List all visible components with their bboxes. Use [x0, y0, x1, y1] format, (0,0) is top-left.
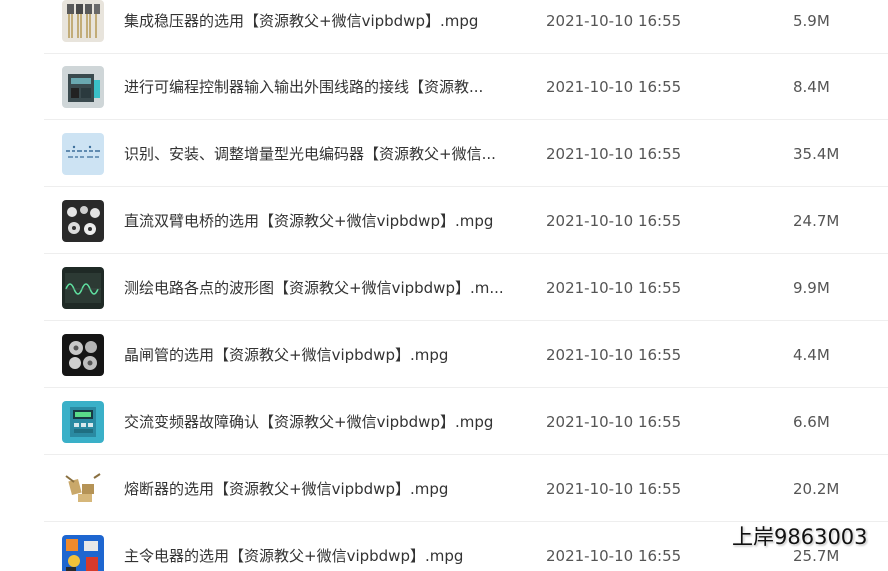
file-name[interactable]: 主令电器的选用【资源教父+微信vipbdwp】.mpg — [124, 546, 524, 566]
file-row[interactable]: 直流双臂电桥的选用【资源教父+微信vipbdwp】.mpg 2021-10-10… — [44, 188, 888, 254]
file-size: 20.2M — [793, 480, 840, 498]
file-name[interactable]: 进行可编程控制器输入输出外围线路的接线【资源教... — [124, 77, 524, 97]
file-row[interactable]: 进行可编程控制器输入输出外围线路的接线【资源教... 2021-10-10 16… — [44, 54, 888, 120]
file-size: 9.9M — [793, 279, 830, 297]
file-size: 4.4M — [793, 346, 830, 364]
bridge-instrument-thumbnail — [62, 200, 104, 242]
file-name[interactable]: 熔断器的选用【资源教父+微信vipbdwp】.mpg — [124, 479, 524, 499]
oscilloscope-thumbnail — [62, 267, 104, 309]
file-date: 2021-10-10 16:55 — [546, 547, 682, 565]
file-list: 集成稳压器的选用【资源教父+微信vipbdwp】.mpg 2021-10-10 … — [0, 0, 888, 571]
file-row[interactable]: 测绘电路各点的波形图【资源教父+微信vipbdwp】.m... 2021-10-… — [44, 255, 888, 321]
fuse-thumbnail — [62, 468, 104, 510]
inverter-thumbnail — [62, 401, 104, 443]
file-size: 24.7M — [793, 212, 840, 230]
watermark-text: 上岸9863003 — [732, 525, 868, 549]
file-name[interactable]: 识别、安装、调整增量型光电编码器【资源教父+微信... — [124, 144, 524, 164]
encoder-diagram-thumbnail — [62, 133, 104, 175]
file-date: 2021-10-10 16:55 — [546, 145, 682, 163]
file-name[interactable]: 直流双臂电桥的选用【资源教父+微信vipbdwp】.mpg — [124, 211, 524, 231]
file-row[interactable]: 熔断器的选用【资源教父+微信vipbdwp】.mpg 2021-10-10 16… — [44, 456, 888, 522]
file-date: 2021-10-10 16:55 — [546, 78, 682, 96]
file-row[interactable]: 交流变频器故障确认【资源教父+微信vipbdwp】.mpg 2021-10-10… — [44, 389, 888, 455]
file-size: 5.9M — [793, 12, 830, 30]
file-date: 2021-10-10 16:55 — [546, 12, 682, 30]
control-switches-thumbnail — [62, 535, 104, 571]
file-date: 2021-10-10 16:55 — [546, 346, 682, 364]
file-row[interactable]: 晶闸管的选用【资源教父+微信vipbdwp】.mpg 2021-10-10 16… — [44, 322, 888, 388]
file-size: 35.4M — [793, 145, 840, 163]
file-size: 6.6M — [793, 413, 830, 431]
file-date: 2021-10-10 16:55 — [546, 279, 682, 297]
file-row[interactable]: 集成稳压器的选用【资源教父+微信vipbdwp】.mpg 2021-10-10 … — [44, 0, 888, 54]
file-date: 2021-10-10 16:55 — [546, 212, 682, 230]
file-name[interactable]: 测绘电路各点的波形图【资源教父+微信vipbdwp】.m... — [124, 278, 524, 298]
file-date: 2021-10-10 16:55 — [546, 413, 682, 431]
plc-controller-thumbnail — [62, 66, 104, 108]
regulator-components-thumbnail — [62, 0, 104, 42]
thyristor-thumbnail — [62, 334, 104, 376]
file-row[interactable]: 识别、安装、调整增量型光电编码器【资源教父+微信... 2021-10-10 1… — [44, 121, 888, 187]
file-size: 8.4M — [793, 78, 830, 96]
file-name[interactable]: 交流变频器故障确认【资源教父+微信vipbdwp】.mpg — [124, 412, 524, 432]
file-name[interactable]: 集成稳压器的选用【资源教父+微信vipbdwp】.mpg — [124, 11, 524, 31]
file-name[interactable]: 晶闸管的选用【资源教父+微信vipbdwp】.mpg — [124, 345, 524, 365]
file-date: 2021-10-10 16:55 — [546, 480, 682, 498]
